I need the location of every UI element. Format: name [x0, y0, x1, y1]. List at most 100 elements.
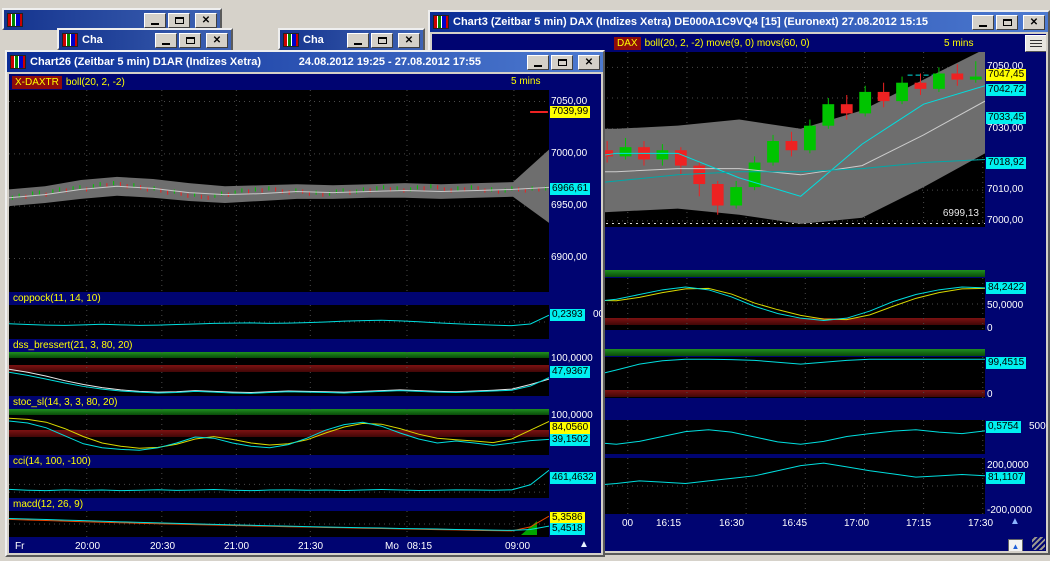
axis-label: 500: [1029, 421, 1046, 433]
date-range-label: 24.08.2012 19:25 - 27.08.2012 17:55: [299, 56, 481, 68]
minimize-button[interactable]: [155, 33, 177, 48]
time-label: 20:00: [75, 541, 100, 552]
chart26-time-axis[interactable]: Fr 20:00 20:30 21:00 21:30 Mo 08:15 09:0…: [9, 537, 601, 553]
instrument-tag[interactable]: DAX: [614, 37, 641, 50]
window-icon: [433, 15, 449, 29]
background-window-3[interactable]: Cha ✕: [278, 28, 425, 50]
macd-label-row: macd(12, 26, 9): [9, 498, 601, 511]
axis-label: 7000,00: [551, 148, 587, 160]
chart26-main-plot[interactable]: [9, 90, 549, 292]
chart26-body: X-DAXTR boll(20, 2, -2) 5 mins coppock(1…: [9, 74, 601, 553]
close-button[interactable]: ✕: [206, 33, 228, 48]
stochastic-slow-value-tag: 84,0560: [550, 422, 590, 434]
minimize-button[interactable]: [527, 55, 549, 70]
oscillator-value-tag: 0,5754: [986, 421, 1021, 433]
axis-label: 100,0000: [551, 353, 593, 365]
time-label: Mo: [385, 541, 399, 552]
axis-label: 7010,00: [987, 184, 1023, 196]
time-label: 00: [622, 518, 633, 529]
move9-price-tag: 7042,72: [986, 84, 1026, 96]
minimize-button[interactable]: [144, 13, 166, 28]
axis-label: 6950,00: [551, 200, 587, 212]
cci-value-tag: 81,1107: [986, 472, 1025, 484]
close-button[interactable]: ✕: [1023, 15, 1045, 30]
window-icon: [7, 13, 23, 27]
window-icon: [10, 55, 26, 69]
maximize-button[interactable]: [996, 15, 1018, 30]
indicator-label: coppock(11, 14, 10): [13, 293, 101, 304]
chart3-titlebar[interactable]: Chart3 (Zeitbar 5 min) DAX (Indizes Xetr…: [430, 12, 1048, 32]
indicator-settings-label: boll(20, 2, -2): [66, 77, 125, 88]
scroll-up-icon[interactable]: ▲: [1010, 516, 1020, 527]
background-window-1[interactable]: ✕: [2, 8, 222, 30]
stochastic-label-row: stoc_sl(14, 3, 3, 80, 20): [9, 396, 601, 409]
time-label: 21:30: [298, 541, 323, 552]
time-label: 17:00: [844, 518, 869, 529]
window-icon: [62, 33, 78, 47]
indicator-label: cci(14, 100, -100): [13, 456, 91, 467]
close-button[interactable]: ✕: [195, 13, 217, 28]
resize-grip[interactable]: [1032, 537, 1045, 550]
dss-value-tag: 47,9367: [550, 366, 590, 378]
axis-label: 200,0000: [987, 460, 1029, 472]
window-title: Cha: [82, 34, 103, 46]
coppock-label-row: coppock(11, 14, 10): [9, 292, 601, 305]
coppock-plot[interactable]: [9, 305, 549, 339]
interval-label: 5 mins: [511, 76, 540, 87]
axis-label: 0: [987, 323, 993, 335]
chart26-window: Chart26 (Zeitbar 5 min) D1AR (Indizes Xe…: [5, 50, 605, 557]
scroll-up-icon: ▲: [1012, 542, 1020, 551]
macd-signal-value-tag: 5,4518: [550, 523, 585, 535]
axis-label: 50,0000: [987, 300, 1023, 312]
window-title: Cha: [303, 34, 324, 46]
close-button[interactable]: ✕: [398, 33, 420, 48]
instrument-tag[interactable]: X-DAXTR: [12, 76, 62, 89]
time-label: 16:30: [719, 518, 744, 529]
minimize-button[interactable]: [347, 33, 369, 48]
cci-plot[interactable]: [9, 468, 549, 498]
cci-value-tag: 461,4632: [550, 472, 596, 484]
scroll-up-button[interactable]: ▲: [1008, 539, 1023, 551]
macd-plot[interactable]: [9, 511, 549, 537]
chart26-price-axis[interactable]: 7050,00 7039,99 7000,00 6966,61 6950,00 …: [549, 90, 601, 537]
chart-menu-button[interactable]: [1025, 35, 1046, 52]
window-icon: [283, 33, 299, 47]
background-window-1-titlebar[interactable]: ✕: [4, 10, 220, 30]
dss-value-tag: 99,4515: [986, 357, 1026, 369]
last-price-tag: 7047,45: [986, 69, 1026, 81]
indicator-label: stoc_sl(14, 3, 3, 80, 20): [13, 397, 118, 408]
chart3-price-axis[interactable]: 7050,00 7047,45 7042,72 7033,45 7030,00 …: [985, 52, 1046, 514]
maximize-button[interactable]: [168, 13, 190, 28]
background-window-3-titlebar[interactable]: Cha ✕: [280, 30, 423, 50]
axis-label: 6900,00: [551, 252, 587, 264]
maximize-button[interactable]: [551, 55, 573, 70]
axis-label: 7000,00: [987, 215, 1023, 227]
last-price-tag: 7039,99: [550, 106, 590, 118]
minimize-button[interactable]: [972, 15, 994, 30]
scroll-up-icon[interactable]: ▲: [579, 539, 589, 550]
maximize-button[interactable]: [371, 33, 393, 48]
close-price-tag: 6966,61: [550, 183, 590, 195]
stochastic-fast-value-tag: 39,1502: [550, 434, 590, 446]
interval-label: 5 mins: [944, 38, 973, 49]
time-label: 17:15: [906, 518, 931, 529]
axis-label: 100,0000: [551, 410, 593, 422]
time-label: 16:15: [656, 518, 681, 529]
background-window-2-titlebar[interactable]: Cha ✕: [59, 30, 231, 50]
indicator-label: dss_bressert(21, 3, 80, 20): [13, 340, 133, 351]
close-button[interactable]: ✕: [578, 55, 600, 70]
maximize-button[interactable]: [179, 33, 201, 48]
coppock-value-tag: 0,2393: [550, 309, 585, 321]
dss-plot[interactable]: [9, 352, 549, 396]
axis-label: 00: [593, 309, 601, 321]
stochastic-plot[interactable]: [9, 409, 549, 455]
cci-label-row: cci(14, 100, -100): [9, 455, 601, 468]
stochastic-value-tag: 84,2422: [986, 282, 1026, 294]
time-label: Fr: [15, 541, 24, 552]
background-window-2[interactable]: Cha ✕: [57, 28, 233, 50]
indicator-label: macd(12, 26, 9): [13, 499, 83, 510]
window-title: Chart26 (Zeitbar 5 min) D1AR (Indizes Xe…: [30, 56, 261, 68]
chart26-titlebar[interactable]: Chart26 (Zeitbar 5 min) D1AR (Indizes Xe…: [7, 52, 603, 72]
axis-label: 0: [987, 389, 993, 401]
dss-label-row: dss_bressert(21, 3, 80, 20): [9, 339, 601, 352]
